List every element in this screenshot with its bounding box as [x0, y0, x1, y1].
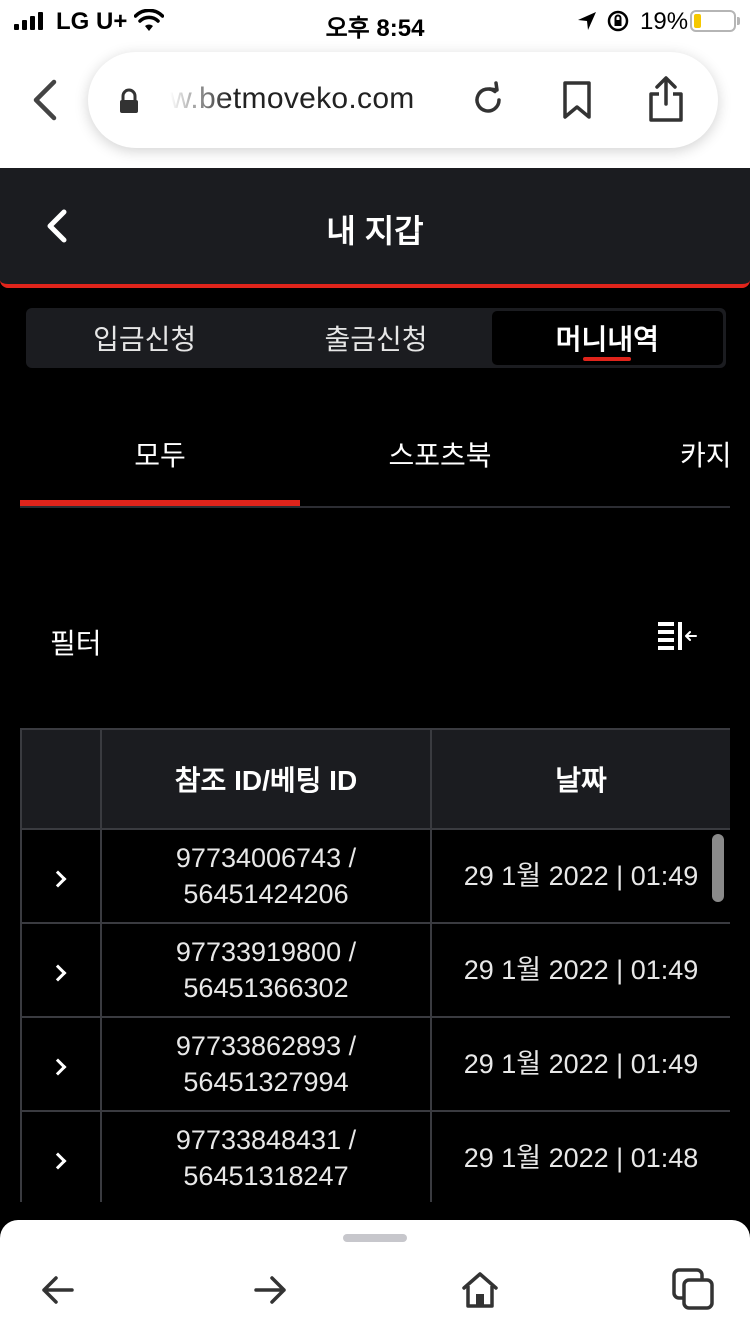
tab-withdraw-request[interactable]: 출금신청	[260, 311, 491, 365]
table-row[interactable]: 97733862893 / 56451327994 29 1월 2022 | 01…	[20, 1016, 730, 1112]
bet-id: 56451424206	[183, 879, 349, 909]
reload-icon[interactable]	[468, 80, 508, 120]
table-row[interactable]: 97733919800 / 56451366302 29 1월 2022 | 01…	[20, 922, 730, 1018]
filter-collapse-icon[interactable]	[656, 620, 700, 656]
date-cell: 29 1월 2022 | 01:48	[430, 1110, 730, 1202]
browser-toolbar	[0, 1220, 750, 1334]
url-field[interactable]: w.betmoveko.com	[88, 52, 718, 148]
ref-id: 97733919800 /	[175, 937, 357, 967]
status-bar: LG U+ 오후 8:54 19%	[0, 0, 750, 42]
chevron-right-icon[interactable]	[49, 870, 67, 888]
forward-arrow-icon[interactable]	[250, 1270, 290, 1310]
filter-label[interactable]: 필터	[50, 622, 102, 662]
app-header: 내 지갑	[0, 168, 750, 288]
table-row[interactable]: 97734006743 / 56451424206 29 1월 2022 | 01…	[20, 828, 730, 924]
ref-id: 97733848431 /	[175, 1125, 357, 1155]
tab-deposit-request[interactable]: 입금신청	[29, 311, 260, 365]
back-arrow-icon[interactable]	[38, 1270, 78, 1310]
page-title: 내 지갑	[326, 213, 424, 249]
table-header-row: 참조 ID/베팅 ID 날짜	[20, 728, 730, 830]
bet-id: 56451318247	[183, 1161, 349, 1191]
date-cell: 29 1월 2022 | 01:49	[430, 828, 730, 924]
tab-casino[interactable]: 카지	[580, 434, 730, 474]
battery-percent: 19%	[640, 8, 689, 35]
column-header-date[interactable]: 날짜	[430, 728, 730, 830]
tabs-icon[interactable]	[670, 1266, 718, 1314]
history-table: 참조 ID/베팅 ID 날짜 97734006743 / 56451424206 …	[20, 728, 730, 1202]
location-arrow-icon	[578, 12, 596, 30]
date-cell: 29 1월 2022 | 01:49	[430, 1016, 730, 1112]
ref-id: 97733862893 /	[175, 1031, 357, 1061]
bet-id: 56451327994	[183, 1067, 349, 1097]
tab-all[interactable]: 모두	[20, 434, 300, 474]
chevron-right-icon[interactable]	[49, 964, 67, 982]
lock-icon	[120, 88, 138, 113]
id-cell: 97734006743 / 56451424206	[100, 828, 432, 924]
clock: 오후 8:54	[325, 15, 425, 42]
id-cell: 97733862893 / 56451327994	[100, 1016, 432, 1112]
table-row[interactable]: 97733848431 / 56451318247 29 1월 2022 | 01…	[20, 1110, 730, 1202]
scrollbar-thumb[interactable]	[712, 834, 724, 902]
share-icon[interactable]	[646, 74, 686, 124]
expand-cell[interactable]	[20, 1110, 102, 1202]
ref-id: 97734006743 /	[175, 843, 357, 873]
orientation-lock-icon	[607, 10, 629, 32]
back-icon[interactable]	[26, 78, 66, 122]
chevron-right-icon[interactable]	[49, 1152, 67, 1170]
battery-icon	[690, 10, 740, 32]
id-cell: 97733848431 / 56451318247	[100, 1110, 432, 1202]
browser-address-bar: w.betmoveko.com	[0, 42, 750, 168]
category-tabs: 모두 스포츠북 카지	[20, 400, 730, 508]
wallet-tabs: 입금신청 출금신청 머니내역	[26, 308, 726, 368]
column-header-expand	[20, 728, 102, 830]
toolbar-handle[interactable]	[343, 1234, 407, 1242]
bookmark-icon[interactable]	[560, 80, 594, 120]
date-cell: 29 1월 2022 | 01:49	[430, 922, 730, 1018]
url-text: w.betmoveko.com	[170, 82, 415, 115]
expand-cell[interactable]	[20, 828, 102, 924]
home-icon[interactable]	[460, 1270, 500, 1310]
chevron-right-icon[interactable]	[49, 1058, 67, 1076]
id-cell: 97733919800 / 56451366302	[100, 922, 432, 1018]
tab-sportsbook[interactable]: 스포츠북	[300, 434, 580, 474]
expand-cell[interactable]	[20, 1016, 102, 1112]
tab-money-history[interactable]: 머니내역	[491, 311, 723, 365]
active-tab-indicator	[20, 500, 300, 506]
expand-cell[interactable]	[20, 922, 102, 1018]
column-header-ref-id[interactable]: 참조 ID/베팅 ID	[100, 728, 432, 830]
bet-id: 56451366302	[183, 973, 349, 1003]
